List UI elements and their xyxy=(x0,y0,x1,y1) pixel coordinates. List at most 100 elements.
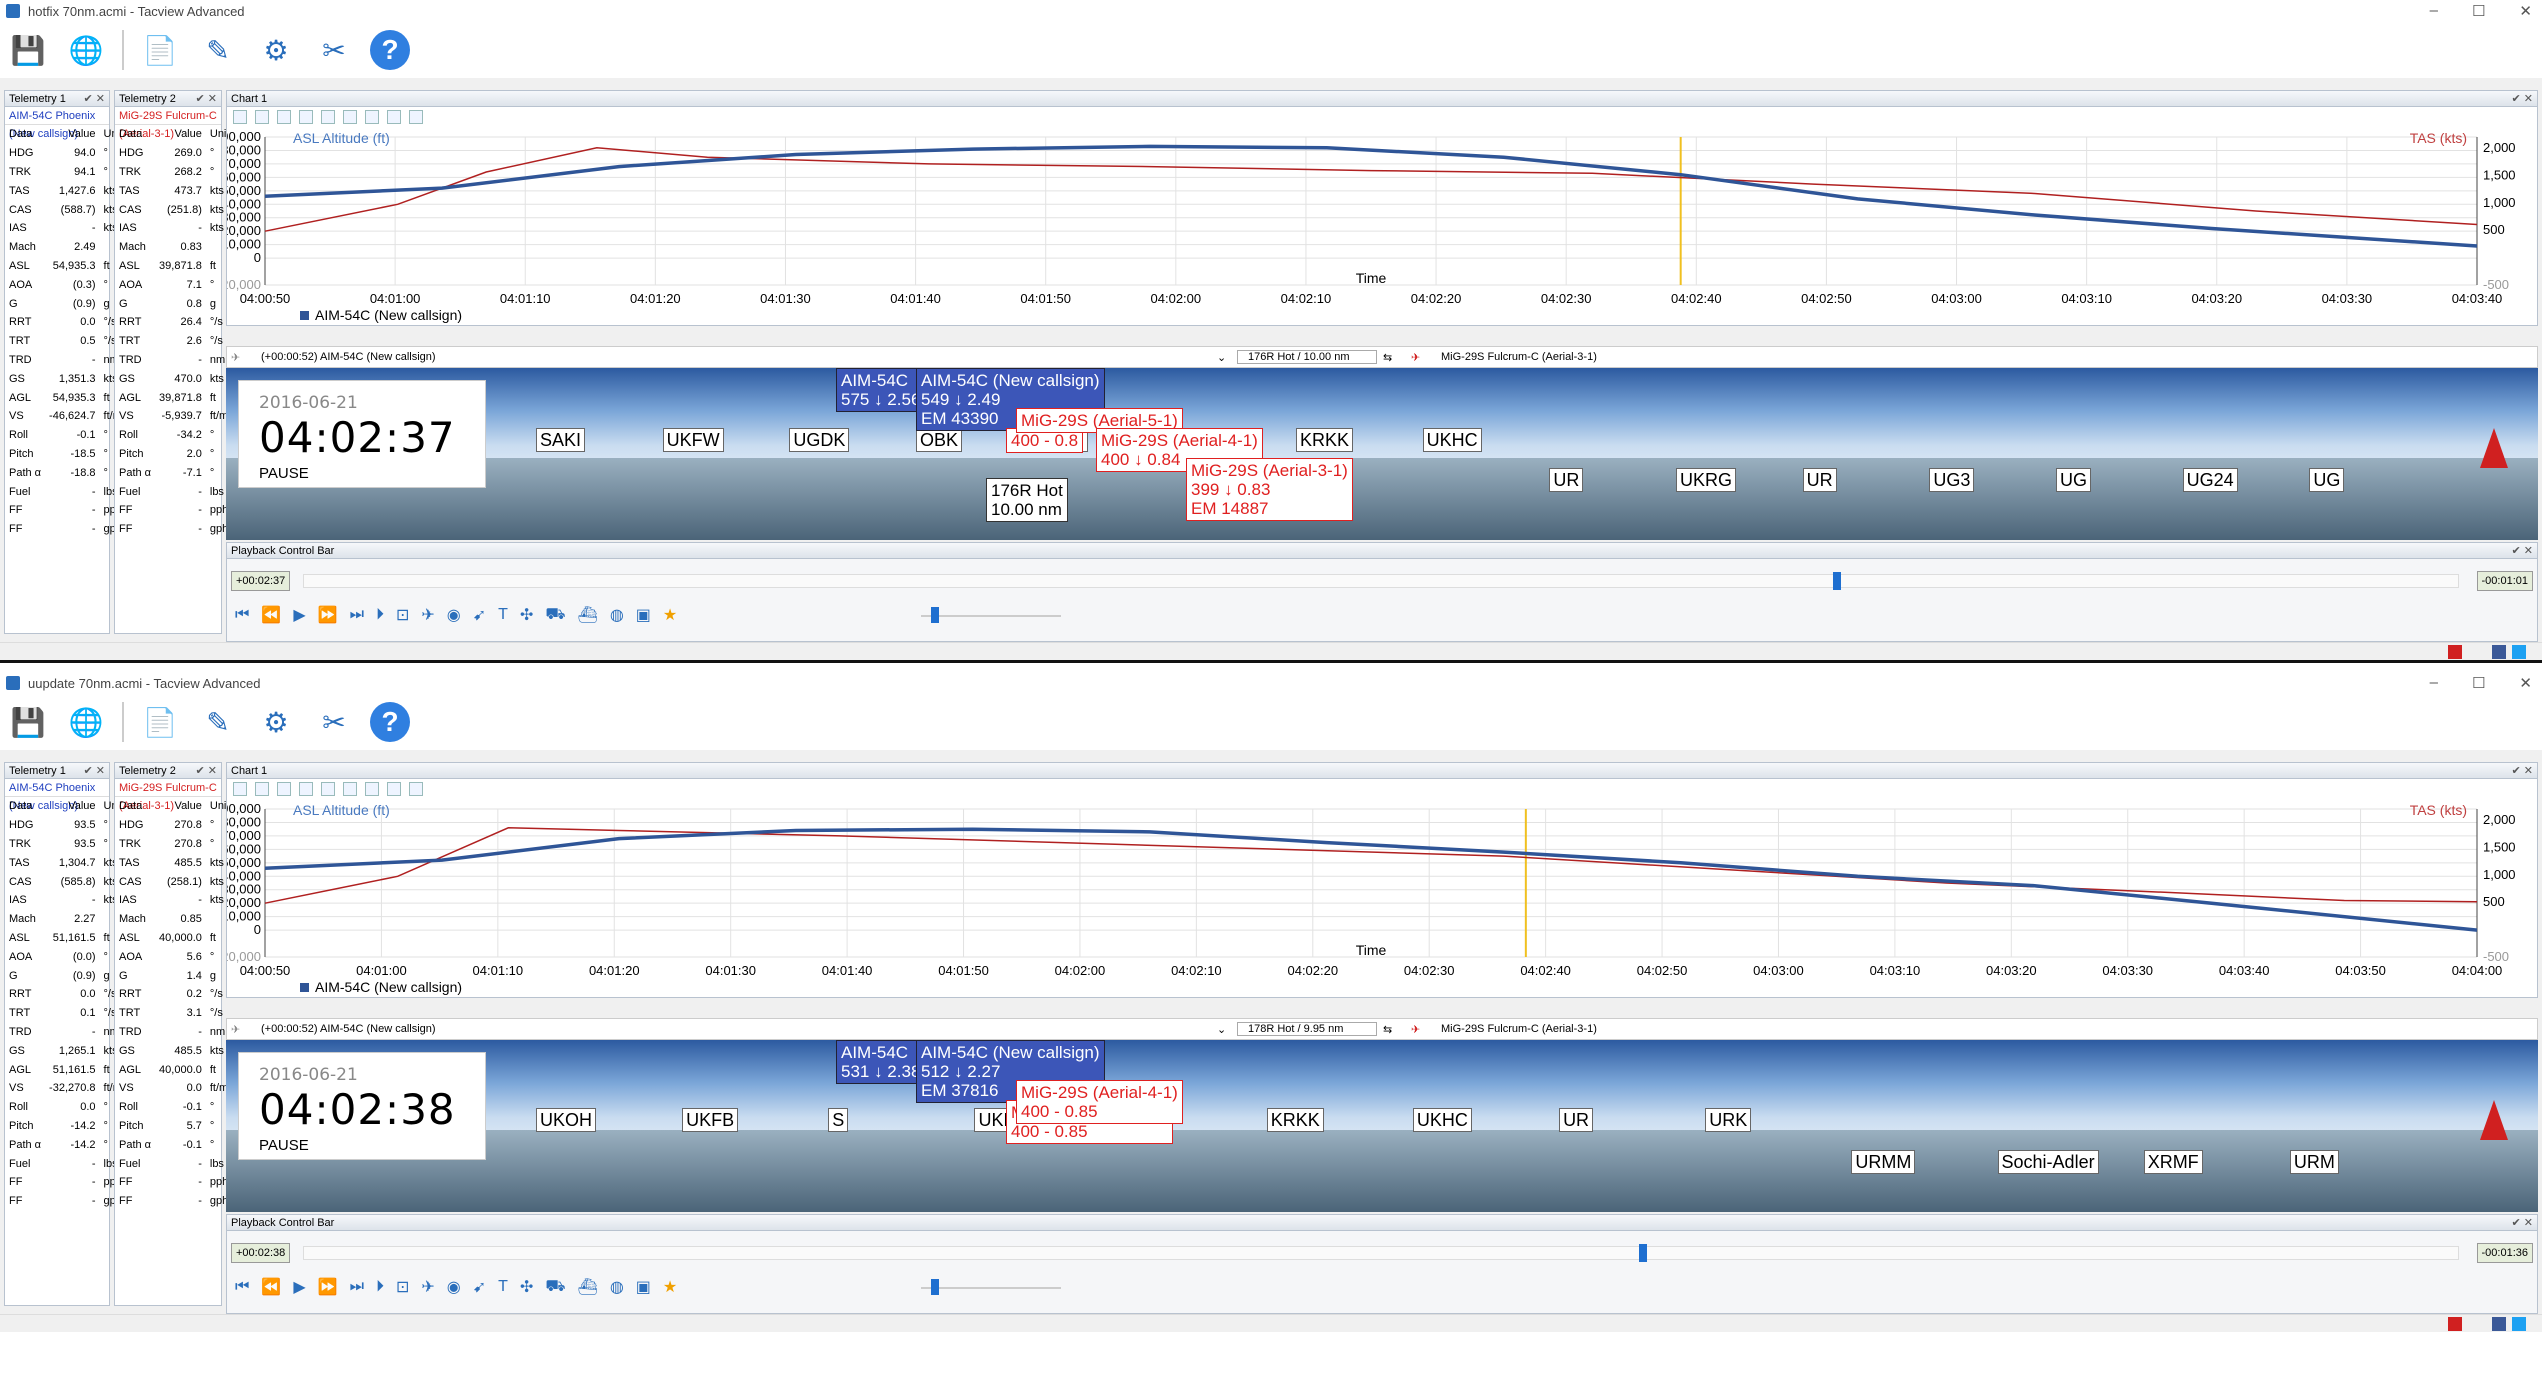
3d-view[interactable]: 2016-06-2104:02:37PAUSESAKIUKFWUGDKOBKRZ… xyxy=(226,368,2538,540)
3d-view[interactable]: 2016-06-2104:02:38PAUSEUKOHUKFBSUKFWOBKK… xyxy=(226,1040,2538,1212)
maximize-button[interactable]: ☐ xyxy=(2472,674,2485,692)
globe-view-button[interactable]: ◉ xyxy=(447,605,461,625)
labels-button[interactable]: T xyxy=(498,606,508,624)
close-icon[interactable]: ✕ xyxy=(2524,545,2533,557)
link-icon[interactable]: ⇆ xyxy=(1377,351,1405,364)
rewind-button[interactable]: ⏪ xyxy=(261,1277,281,1297)
zoom-in-icon[interactable] xyxy=(365,782,379,796)
link-icon[interactable]: ⇆ xyxy=(1377,1023,1405,1036)
chart-2-icon[interactable] xyxy=(255,110,269,124)
ship-button[interactable]: ⛴ xyxy=(578,1277,598,1297)
aircraft-view-button[interactable]: ✈ xyxy=(421,605,434,625)
timeline-track[interactable] xyxy=(303,572,2459,590)
help-icon-button[interactable]: ? xyxy=(370,702,410,742)
chart-tool-icon[interactable] xyxy=(299,110,313,124)
primary-object[interactable]: (+00:00:52) AIM-54C (New callsign) xyxy=(255,351,1217,363)
minimize-button[interactable]: – xyxy=(2430,2,2438,20)
zoom-icon[interactable] xyxy=(277,110,291,124)
pin-icon[interactable]: ✔ xyxy=(84,765,96,777)
speed-slider-thumb[interactable] xyxy=(931,1279,939,1295)
close-button[interactable]: ✕ xyxy=(2519,2,2532,20)
vehicle-button[interactable]: ⛟ xyxy=(545,1277,565,1297)
pin-icon[interactable]: ✔ xyxy=(84,93,96,105)
zoom-out-icon[interactable] xyxy=(387,110,401,124)
overlay-button[interactable]: ▣ xyxy=(636,605,651,625)
missile-view-button[interactable]: ➹ xyxy=(473,1277,486,1297)
pin-icon[interactable]: ✔ xyxy=(196,93,208,105)
close-icon[interactable]: ✕ xyxy=(2524,1217,2533,1229)
help-icon-button[interactable]: ? xyxy=(370,30,410,70)
facebook-icon[interactable] xyxy=(2492,1317,2506,1331)
bookmark-button[interactable]: ★ xyxy=(663,605,677,625)
dropdown-icon[interactable]: ⌄ xyxy=(1217,351,1231,364)
rewind-button[interactable]: ⏪ xyxy=(261,605,281,625)
ship-button[interactable]: ⛴ xyxy=(578,605,598,625)
frame-button[interactable]: ⏵ xyxy=(376,606,384,624)
settings-icon-button[interactable]: ⚙ xyxy=(254,28,298,72)
close-icon[interactable]: ✕ xyxy=(96,765,105,777)
play-button[interactable]: ▶ xyxy=(293,1277,305,1297)
tools-button[interactable]: ✣ xyxy=(520,605,533,625)
close-icon[interactable]: ✕ xyxy=(208,93,217,105)
dropdown-icon[interactable]: ⌄ xyxy=(1217,1023,1231,1036)
close-icon[interactable]: ✕ xyxy=(2524,93,2533,105)
telemetry2-object-name[interactable]: MiG-29S Fulcrum-C (Aerial-3-1) xyxy=(115,107,221,140)
chart-2-icon[interactable] xyxy=(255,782,269,796)
pin-icon[interactable]: ✔ xyxy=(196,765,208,777)
pin-icon[interactable]: ✔ xyxy=(2512,545,2524,557)
document-icon-button[interactable]: 📄 xyxy=(138,28,182,72)
skip-end-button[interactable]: ⏭ xyxy=(350,606,364,624)
tools-icon-button[interactable]: ✂ xyxy=(312,28,356,72)
terrain-button[interactable]: ◍ xyxy=(610,1277,624,1297)
pin-icon[interactable]: ✔ xyxy=(2512,765,2524,777)
primary-object[interactable]: (+00:00:52) AIM-54C (New callsign) xyxy=(255,1023,1217,1035)
bookmark-button[interactable]: ★ xyxy=(663,1277,677,1297)
overlay-button[interactable]: ▣ xyxy=(636,1277,651,1297)
telemetry1-object-name[interactable]: AIM-54C Phoenix (New callsign) xyxy=(5,107,109,140)
document-icon-button[interactable]: 📄 xyxy=(138,700,182,744)
frame-button[interactable]: ⏵ xyxy=(376,1278,384,1296)
telemetry1-object-name[interactable]: AIM-54C Phoenix (New callsign) xyxy=(5,779,109,812)
close-icon[interactable]: ✕ xyxy=(96,93,105,105)
camera-mode-button[interactable]: ⊡ xyxy=(396,605,409,625)
chart-tool-icon[interactable] xyxy=(321,782,335,796)
tools-button[interactable]: ✣ xyxy=(520,1277,533,1297)
timeline-thumb[interactable] xyxy=(1639,1244,1648,1262)
skip-start-button[interactable]: ⏮ xyxy=(235,1278,249,1296)
edit-icon-button[interactable]: ✎ xyxy=(196,28,240,72)
timeline-track[interactable] xyxy=(303,1244,2459,1262)
skip-start-button[interactable]: ⏮ xyxy=(235,606,249,624)
play-button[interactable]: ▶ xyxy=(293,605,305,625)
pin-icon[interactable]: ✔ xyxy=(2512,93,2524,105)
tools-icon-button[interactable]: ✂ xyxy=(312,700,356,744)
settings-icon-button[interactable]: ⚙ xyxy=(254,700,298,744)
camera-mode-button[interactable]: ⊡ xyxy=(396,1277,409,1297)
chart-1-icon[interactable] xyxy=(233,110,247,124)
range-readout[interactable]: 178R Hot / 9.95 nm xyxy=(1237,1022,1377,1036)
missile-view-button[interactable]: ➹ xyxy=(473,605,486,625)
globe-view-button[interactable]: ◉ xyxy=(447,1277,461,1297)
secondary-object[interactable]: MiG-29S Fulcrum-C (Aerial-3-1) xyxy=(1441,1023,1597,1035)
timeline-thumb[interactable] xyxy=(1833,572,1842,590)
telemetry2-object-name[interactable]: MiG-29S Fulcrum-C (Aerial-3-1) xyxy=(115,779,221,812)
pin-icon[interactable]: ✔ xyxy=(2512,1217,2524,1229)
fast-forward-button[interactable]: ⏩ xyxy=(318,1277,338,1297)
recorder-icon-button[interactable]: 💾 xyxy=(6,28,50,72)
zoom-in-icon[interactable] xyxy=(365,110,379,124)
zoom-fit-icon[interactable] xyxy=(409,110,423,124)
recorder-icon-button[interactable]: 💾 xyxy=(6,700,50,744)
chart-tool-icon[interactable] xyxy=(343,782,357,796)
maximize-button[interactable]: ☐ xyxy=(2472,2,2485,20)
close-icon[interactable]: ✕ xyxy=(2524,765,2533,777)
twitter-icon[interactable] xyxy=(2512,1317,2526,1331)
chart-tool-icon[interactable] xyxy=(343,110,357,124)
zoom-icon[interactable] xyxy=(277,782,291,796)
minimize-button[interactable]: – xyxy=(2430,674,2438,692)
labels-button[interactable]: T xyxy=(498,1278,508,1296)
aircraft-view-button[interactable]: ✈ xyxy=(421,1277,434,1297)
terrain-button[interactable]: ◍ xyxy=(610,605,624,625)
speed-slider[interactable] xyxy=(921,1287,1061,1289)
edit-icon-button[interactable]: ✎ xyxy=(196,700,240,744)
skip-end-button[interactable]: ⏭ xyxy=(350,1278,364,1296)
range-readout[interactable]: 176R Hot / 10.00 nm xyxy=(1237,350,1377,364)
